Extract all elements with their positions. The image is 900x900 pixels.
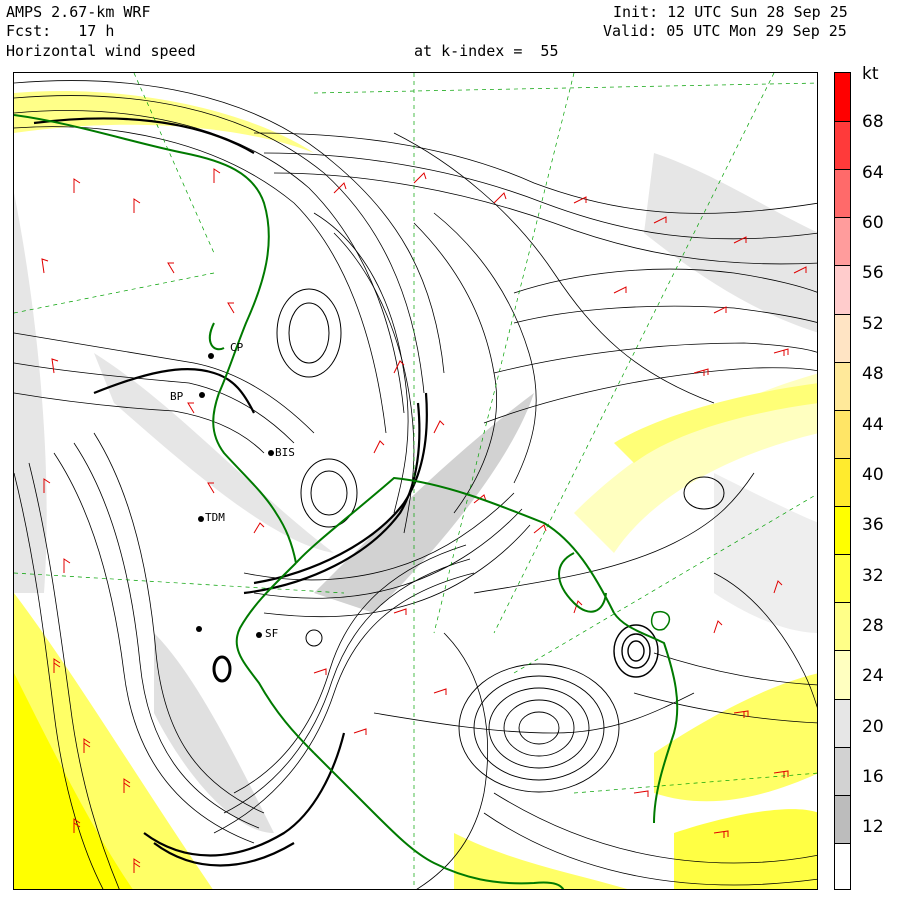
- colorbar-segment: [835, 73, 850, 122]
- colorbar-tick-label: 12: [862, 817, 884, 838]
- colorbar-segment: [835, 650, 850, 699]
- colorbar-tick-label: 56: [862, 263, 884, 284]
- colorbar-tick-label: 52: [862, 313, 884, 334]
- colorbar-tick-label: 60: [862, 213, 884, 234]
- colorbar-tick-label: 48: [862, 364, 884, 385]
- speed-shading: [14, 91, 817, 889]
- colorbar-segment: [835, 457, 850, 507]
- colorbar-tick-label: 40: [862, 464, 884, 485]
- forecast-hour: Fcst: 17 h: [6, 22, 115, 40]
- wind-map: [13, 72, 818, 890]
- model-title: AMPS 2.67-km WRF: [6, 3, 151, 21]
- init-time: Init: 12 UTC Sun 28 Sep 25: [613, 3, 848, 21]
- colorbar-tick-label: 68: [862, 112, 884, 133]
- colorbar-segment: [835, 169, 850, 218]
- wind-map-canvas: [14, 73, 817, 889]
- colorbar-segment: [835, 794, 850, 843]
- field-name: Horizontal wind speed: [6, 42, 196, 60]
- colorbar-unit: kt: [862, 64, 879, 84]
- colorbar-tick-label: 24: [862, 666, 884, 687]
- colorbar-segment: [835, 409, 850, 458]
- cyclone-small: [613, 624, 659, 678]
- colorbar-segment: [835, 506, 850, 555]
- colorbar-tick-label: 32: [862, 565, 884, 586]
- colorbar-segment: [835, 121, 850, 170]
- station-label-cp: CP: [230, 341, 244, 354]
- valid-time: Valid: 05 UTC Mon 29 Sep 25: [603, 22, 847, 40]
- station-label-tdm: TDM: [205, 511, 225, 524]
- station-label-bis: BIS: [275, 446, 295, 459]
- colorbar-segment: [835, 842, 850, 889]
- colorbar-tick-label: 16: [862, 767, 884, 787]
- colorbar: [834, 72, 851, 890]
- colorbar-segment: [835, 602, 850, 651]
- colorbar-segment: [835, 746, 850, 795]
- colorbar-tick-label: 36: [862, 515, 884, 536]
- colorbar-segment: [835, 265, 850, 314]
- colorbar-segment: [835, 698, 850, 747]
- colorbar-tick-label: 64: [862, 162, 884, 183]
- station-label-bp: BP: [170, 390, 184, 403]
- colorbar-segment: [835, 361, 850, 410]
- colorbar-tick-label: 20: [862, 716, 884, 737]
- vertical-level: at k-index = 55: [414, 42, 559, 60]
- cyclone-large: [458, 663, 620, 793]
- colorbar-segment: [835, 217, 850, 266]
- colorbar-tick-label: 28: [862, 615, 884, 636]
- colorbar-tick-label: 44: [862, 414, 884, 435]
- colorbar-segment: [835, 554, 850, 603]
- colorbar-segment: [835, 313, 850, 362]
- station-label-sf: SF: [265, 627, 279, 640]
